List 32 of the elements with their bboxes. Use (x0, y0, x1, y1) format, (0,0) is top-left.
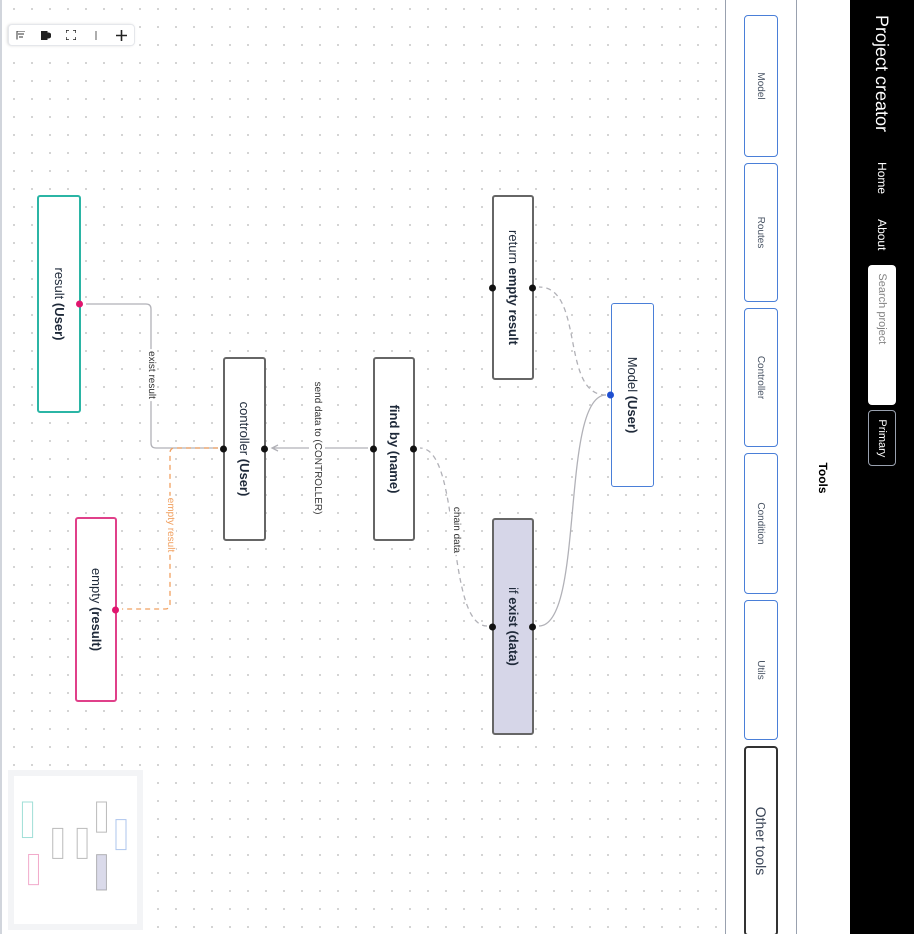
fit-view-icon (66, 30, 76, 40)
edge-label: empty result (164, 496, 176, 554)
nav-link[interactable]: Home (873, 162, 891, 194)
lines-icon (16, 30, 26, 40)
nav-link[interactable]: About (873, 219, 891, 250)
node-label: empty (result) (88, 568, 105, 652)
flow-node[interactable]: find by (name) (373, 357, 415, 541)
flow-node[interactable]: controller (User) (223, 357, 266, 541)
search-field[interactable]: Search project (868, 265, 896, 406)
tools-heading: Tools (816, 462, 832, 494)
tool-button[interactable]: Routes (744, 163, 778, 302)
tool-button[interactable]: Controller (744, 308, 778, 447)
edge-label: chain data (450, 504, 462, 556)
node-label: Model (User) (624, 356, 642, 434)
edge-label: send data to (CONTROLLER) (311, 380, 323, 516)
minus-icon (96, 30, 98, 40)
node-label: find by (name) (386, 404, 403, 494)
lock-icon (42, 30, 52, 40)
node-label: controller (User) (236, 402, 254, 496)
primary-button[interactable]: Primary (868, 410, 896, 466)
flow-node[interactable]: empty (result) (75, 517, 117, 702)
tool-button[interactable]: Utils (744, 600, 778, 740)
flow-node[interactable]: return empty result (492, 195, 534, 380)
node-label: return empty result (504, 230, 522, 345)
flow-node[interactable]: result (User) (37, 195, 81, 413)
plus-icon (116, 30, 127, 40)
tool-button[interactable]: Model (744, 15, 778, 157)
node-label: result (User) (50, 268, 68, 340)
flow-node[interactable]: if exist (data) (492, 518, 534, 735)
brand-title: Project creator (871, 15, 894, 132)
node-label: if exist (data) (504, 587, 522, 666)
tool-button[interactable]: Condition (744, 453, 778, 594)
